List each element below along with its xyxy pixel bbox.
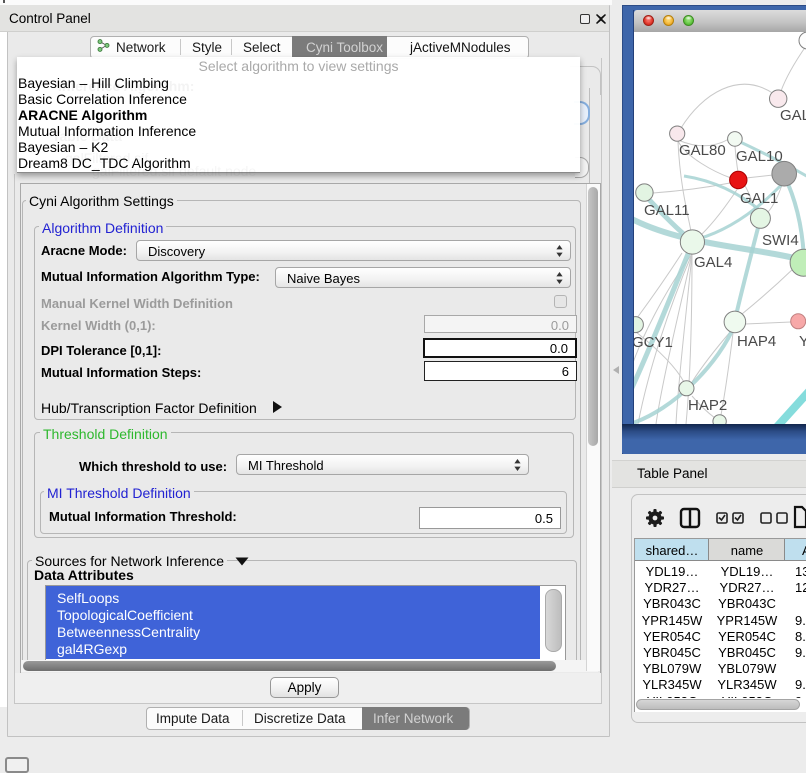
svg-text:GAL11: GAL11 [644,202,690,219]
svg-text:GAL80: GAL80 [679,142,726,159]
svg-text:HAP2: HAP2 [688,397,727,414]
svg-text:GCY1: GCY1 [634,334,673,351]
svg-text:SWI4: SWI4 [762,232,799,249]
svg-text:YJ: YJ [799,333,806,350]
svg-text:GAL10: GAL10 [736,148,783,165]
svg-text:GAL7: GAL7 [780,107,806,124]
svg-text:GAL4: GAL4 [694,254,732,271]
svg-text:GAL1: GAL1 [740,190,778,207]
svg-text:HAP4: HAP4 [737,333,776,350]
